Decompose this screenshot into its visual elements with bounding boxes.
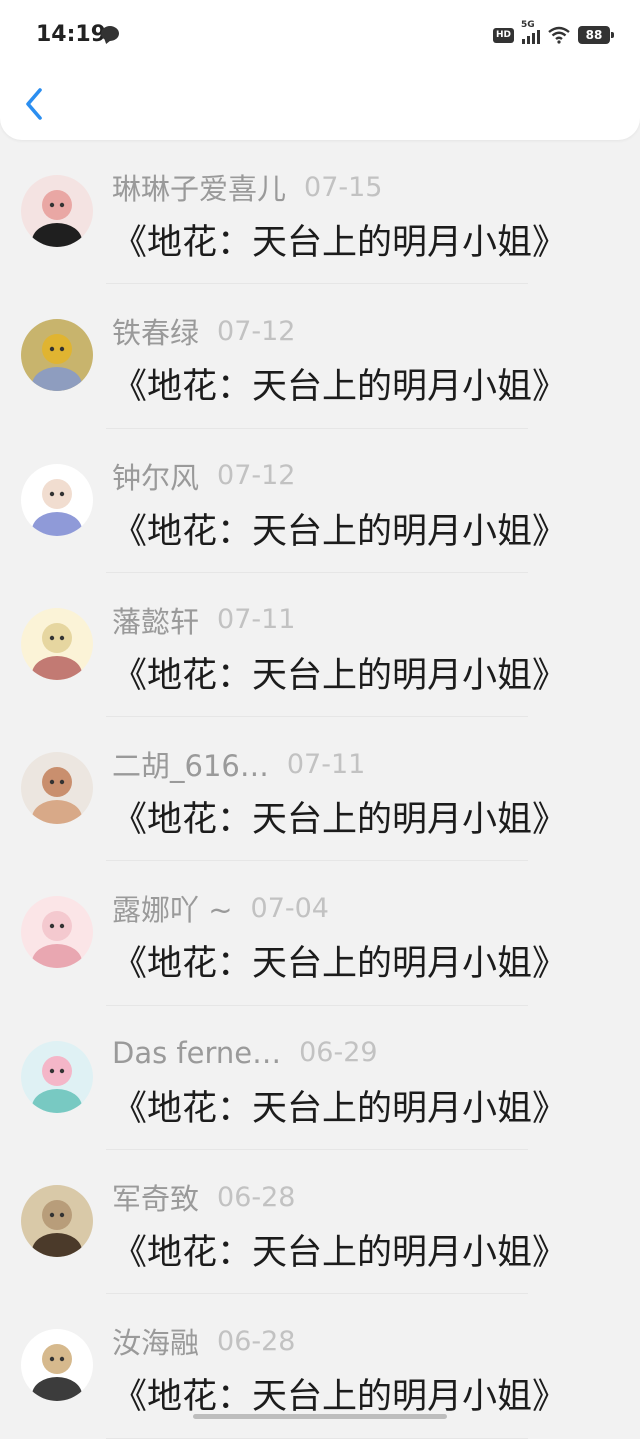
comment-meta: 汝海融 06-28 [112,1320,296,1362]
status-time: 14:19 [36,22,107,47]
comment-text: 《地花：天台上的明月小姐》 [112,800,568,841]
cellular-signal-icon: 5G [521,20,540,44]
list-item[interactable]: 露娜吖 ~ 07-04 《地花：天台上的明月小姐》 [0,861,640,1006]
comment-date: 07-12 [217,460,296,492]
avatar[interactable] [21,1185,93,1258]
chevron-left-icon [26,88,42,120]
comment-text: 《地花：天台上的明月小姐》 [112,511,568,552]
comment-meta: 军奇致 06-28 [112,1176,296,1218]
status-bar: 14:19 HD 5G 88 [0,0,640,70]
comment-date: 06-29 [299,1037,378,1069]
comment-date: 07-11 [217,604,296,636]
list-item[interactable]: 军奇致 06-28 《地花：天台上的明月小姐》 [0,1150,640,1295]
avatar[interactable] [21,1329,93,1402]
comment-meta: Das ferne… 06-29 [112,1035,378,1071]
avatar[interactable] [21,896,93,969]
username[interactable]: Das ferne… [112,1036,281,1070]
comment-date: 07-15 [304,171,383,203]
comment-meta: 钟尔风 07-12 [112,455,296,497]
status-icons: HD 5G 88 [492,20,614,46]
comment-date: 07-04 [250,892,329,924]
comment-text: 《地花：天台上的明月小姐》 [112,1233,568,1274]
avatar[interactable] [21,175,93,247]
comment-text: 《地花：天台上的明月小姐》 [112,655,568,696]
avatar[interactable] [21,463,93,536]
list-item[interactable]: 铁春绿 07-12 《地花：天台上的明月小姐》 [0,284,640,429]
username[interactable]: 铁春绿 [112,310,199,352]
network-type-label: 5G [521,20,535,30]
username[interactable]: 露娜吖 ~ [112,887,233,929]
list-item[interactable]: 钟尔风 07-12 《地花：天台上的明月小姐》 [0,429,640,573]
battery-icon: 88 [578,26,614,44]
comment-meta: 藩懿轩 07-11 [112,599,296,641]
avatar[interactable] [21,752,93,825]
list-item[interactable]: 二胡_616… 07-11 《地花：天台上的明月小姐》 [0,717,640,862]
home-indicator[interactable] [193,1414,447,1419]
comment-meta: 露娜吖 ~ 07-04 [112,887,329,929]
comment-date: 07-11 [286,748,366,780]
comment-list: 琳琳子爱喜儿 07-15 《地花：天台上的明月小姐》 铁春绿 07-12 《地花：天台上的… [0,140,640,1439]
hd-badge: HD [492,27,514,43]
comment-date: 06-28 [217,1325,296,1357]
chat-bubble-icon [101,26,119,41]
avatar[interactable] [21,607,93,680]
avatar[interactable] [21,1040,93,1113]
comment-meta: 铁春绿 07-12 [112,310,296,352]
list-item[interactable]: 琳琳子爱喜儿 07-15 《地花：天台上的明月小姐》 [0,140,640,285]
comment-meta: 琳琳子爱喜儿 07-15 [112,166,383,208]
comment-date: 07-12 [217,315,296,347]
username[interactable]: 军奇致 [112,1176,199,1218]
comment-text: 《地花：天台上的明月小姐》 [112,944,568,985]
comment-date: 06-28 [217,1181,296,1213]
list-item[interactable]: Das ferne… 06-29 《地花：天台上的明月小姐》 [0,1006,640,1151]
username[interactable]: 汝海融 [112,1320,199,1362]
username[interactable]: 二胡_616… [112,743,269,785]
list-item[interactable]: 藩懿轩 07-11 《地花：天台上的明月小姐》 [0,573,640,718]
wifi-icon [548,26,570,44]
comment-text: 《地花：天台上的明月小姐》 [112,1088,568,1129]
top-bar: 14:19 HD 5G 88 [0,0,640,140]
back-button[interactable] [18,82,54,126]
username[interactable]: 藩懿轩 [112,599,199,641]
username[interactable]: 琳琳子爱喜儿 [112,166,286,208]
comment-text: 《地花：天台上的明月小姐》 [112,367,568,408]
username[interactable]: 钟尔风 [112,455,199,497]
comment-text: 《地花：天台上的明月小姐》 [112,223,568,263]
comment-meta: 二胡_616… 07-11 [112,743,366,785]
comment-text: 《地花：天台上的明月小姐》 [112,1377,568,1418]
avatar[interactable] [21,319,93,392]
